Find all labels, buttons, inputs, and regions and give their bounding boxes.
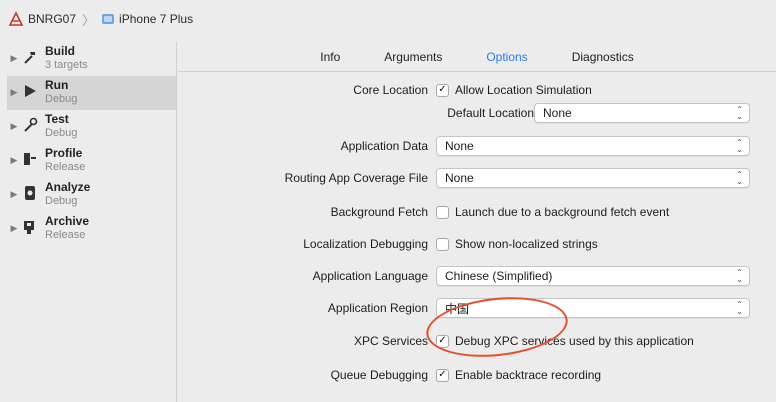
enable-backtrace-checkbox[interactable]: ✓ Enable backtrace recording [436, 368, 601, 382]
checkbox-checked-icon[interactable]: ✓ [436, 334, 449, 348]
routing-app-coverage-select[interactable]: None ⌃ ⌄ [436, 168, 750, 188]
sidebar-item-title: Build [45, 44, 75, 58]
breadcrumb-separator: 〉 [82, 12, 96, 28]
row-routing-app-coverage: Routing App Coverage File None ⌃ ⌄ [178, 166, 776, 190]
core-location-label: Core Location [353, 83, 428, 97]
row-core-location: Core Location ✓ Allow Location Simulatio… [178, 78, 776, 102]
debug-xpc-services-checkbox[interactable]: ✓ Debug XPC services used by this applic… [436, 334, 694, 348]
select-value: None [543, 106, 572, 120]
default-location-label: Default Location [447, 106, 534, 120]
background-fetch-checkbox[interactable]: Launch due to a background fetch event [436, 205, 669, 219]
application-language-label: Application Language [312, 269, 428, 283]
application-data-select[interactable]: None ⌃ ⌄ [436, 136, 750, 156]
routing-app-coverage-label: Routing App Coverage File [284, 171, 428, 185]
path-bar: BNRG07 〉 iPhone 7 Plus [0, 0, 776, 38]
sidebar-item-subtitle: Release [45, 161, 86, 173]
checkbox-label: Launch due to a background fetch event [455, 205, 670, 219]
default-location-select[interactable]: None ⌃ ⌄ [534, 103, 750, 123]
application-data-label: Application Data [340, 139, 428, 153]
tab-bar: Info Arguments Options Diagnostics [178, 42, 776, 72]
row-queue-debugging: Queue Debugging ✓ Enable backtrace recor… [178, 363, 776, 387]
device-name: iPhone 7 Plus [119, 12, 194, 26]
play-icon [21, 82, 39, 100]
checkbox-label: Allow Location Simulation [455, 83, 592, 97]
allow-location-simulation-checkbox[interactable]: ✓ Allow Location Simulation [436, 83, 592, 97]
checkbox-unchecked-icon[interactable] [436, 205, 449, 219]
xpc-services-label: XPC Services [353, 334, 428, 348]
application-region-label: Application Region [327, 301, 428, 315]
show-non-localized-checkbox[interactable]: Show non-localized strings [436, 237, 598, 251]
checkbox-checked-icon[interactable]: ✓ [436, 83, 449, 97]
instruments-icon [21, 150, 39, 168]
chevron-up-down-icon: ⌃ ⌄ [736, 138, 743, 154]
select-value: 中国 [445, 301, 470, 316]
row-localization-debugging: Localization Debugging Show non-localize… [178, 232, 776, 256]
row-application-data: Application Data None ⌃ ⌄ [178, 134, 776, 158]
tab-arguments[interactable]: Arguments [362, 50, 464, 64]
row-application-language: Application Language Chinese (Simplified… [178, 264, 776, 288]
sidebar-item-build[interactable]: ▶ Build 3 targets [7, 42, 176, 76]
chevron-up-down-icon: ⌃ ⌄ [736, 170, 743, 186]
sidebar-item-subtitle: Debug [45, 93, 78, 105]
chevron-up-down-icon: ⌃ ⌄ [736, 268, 743, 284]
select-value: None [445, 139, 474, 153]
disclosure-triangle-icon[interactable]: ▶ [7, 53, 21, 64]
localization-debugging-label: Localization Debugging [303, 237, 428, 251]
archive-icon [21, 218, 39, 236]
checkbox-label: Show non-localized strings [455, 237, 598, 251]
sidebar-item-archive[interactable]: ▶ Archive Release [7, 212, 176, 246]
disclosure-triangle-icon[interactable]: ▶ [7, 155, 21, 166]
sidebar-item-subtitle: Debug [45, 195, 78, 207]
checkbox-checked-icon[interactable]: ✓ [436, 368, 449, 382]
sidebar-item-title: Test [45, 112, 69, 126]
hammer-icon [21, 48, 39, 66]
sidebar-item-title: Analyze [45, 180, 91, 194]
sidebar-item-title: Profile [45, 146, 83, 160]
checkbox-unchecked-icon[interactable] [436, 237, 449, 251]
scheme-options-panel: Info Arguments Options Diagnostics Core … [178, 42, 776, 402]
select-value: None [445, 171, 474, 185]
disclosure-triangle-icon[interactable]: ▶ [7, 121, 21, 132]
background-fetch-label: Background Fetch [330, 205, 428, 219]
queue-debugging-label: Queue Debugging [330, 368, 428, 382]
scheme-actions-sidebar: ▶ Build 3 targets ▶ Run Debug ▶ Test Deb… [7, 42, 177, 402]
row-application-region: Application Region 中国 ⌃ ⌄ [178, 296, 776, 320]
project-name: BNRG07 [28, 12, 77, 26]
disclosure-triangle-icon[interactable]: ▶ [7, 87, 21, 98]
sidebar-item-analyze[interactable]: ▶ Analyze Debug [7, 178, 176, 212]
checkbox-label: Enable backtrace recording [455, 368, 602, 382]
sidebar-item-subtitle: 3 targets [45, 59, 88, 71]
select-value: Chinese (Simplified) [445, 269, 553, 283]
sidebar-item-test[interactable]: ▶ Test Debug [7, 110, 176, 144]
sidebar-item-run[interactable]: ▶ Run Debug [7, 76, 176, 110]
row-xpc-services: XPC Services ✓ Debug XPC services used b… [178, 329, 776, 353]
row-default-location: Default Location None ⌃ ⌄ [178, 101, 776, 125]
xcode-project-icon [8, 11, 24, 26]
device-icon [102, 14, 115, 24]
chevron-up-down-icon: ⌃ ⌄ [736, 300, 743, 316]
tab-options[interactable]: Options [464, 50, 549, 64]
sidebar-item-title: Archive [45, 214, 90, 228]
row-background-fetch: Background Fetch Launch due to a backgro… [178, 200, 776, 224]
tab-info[interactable]: Info [298, 50, 362, 64]
sidebar-item-subtitle: Debug [45, 127, 78, 139]
chevron-up-down-icon: ⌃ ⌄ [736, 105, 743, 121]
application-language-select[interactable]: Chinese (Simplified) ⌃ ⌄ [436, 266, 750, 286]
breadcrumb-project[interactable]: BNRG07 [8, 11, 76, 27]
checkbox-label: Debug XPC services used by this applicat… [455, 334, 694, 348]
disclosure-triangle-icon[interactable]: ▶ [7, 189, 21, 200]
wrench-icon [21, 116, 39, 134]
sidebar-item-title: Run [45, 78, 69, 92]
sidebar-item-profile[interactable]: ▶ Profile Release [7, 144, 176, 178]
tab-diagnostics[interactable]: Diagnostics [550, 50, 656, 64]
application-region-select[interactable]: 中国 ⌃ ⌄ [436, 298, 750, 318]
disclosure-triangle-icon[interactable]: ▶ [7, 223, 21, 234]
breadcrumb-device[interactable]: iPhone 7 Plus [101, 12, 193, 26]
sidebar-item-subtitle: Release [45, 229, 86, 241]
analyze-icon [21, 184, 39, 202]
